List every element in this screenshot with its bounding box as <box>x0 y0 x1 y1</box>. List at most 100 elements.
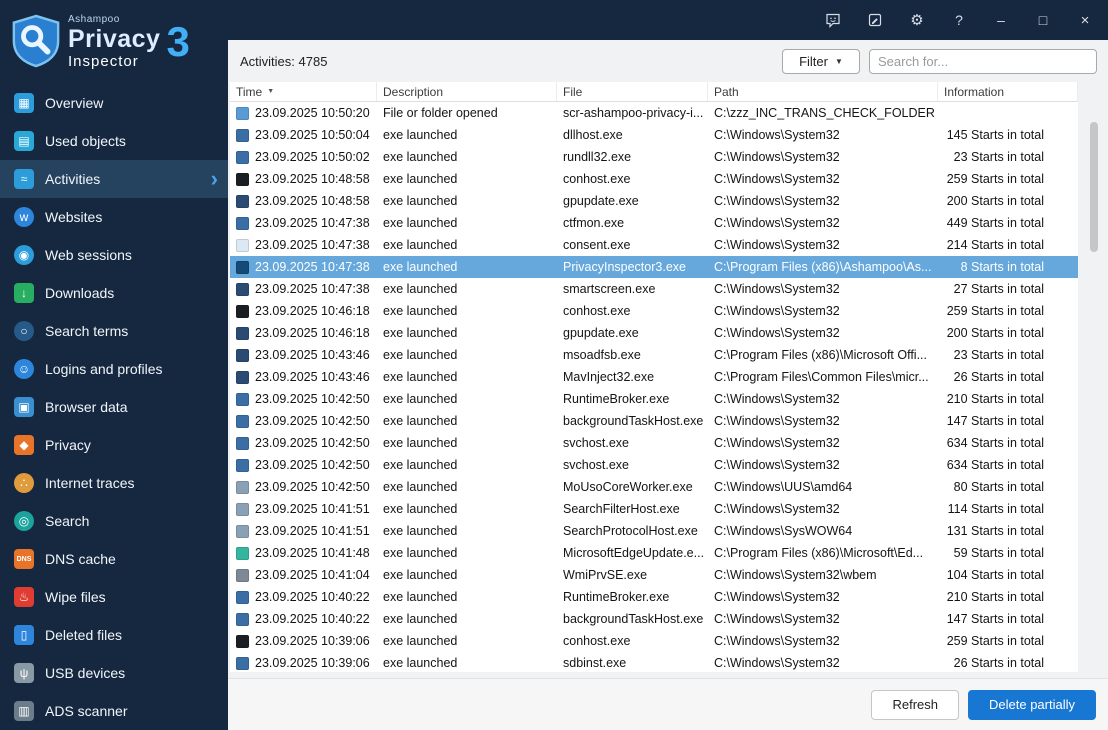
filter-button[interactable]: Filter ▼ <box>782 48 860 74</box>
cell-time: 23.09.2025 10:42:50 <box>255 436 370 450</box>
sidebar-item-label: USB devices <box>45 665 126 681</box>
cell-path: C:\Windows\System32 <box>714 238 840 252</box>
table-row[interactable]: 23.09.2025 10:43:46 exe launched MavInject… <box>230 366 1078 388</box>
feedback-icon[interactable] <box>824 11 842 29</box>
cell-time: 23.09.2025 10:40:22 <box>255 590 370 604</box>
cell-description: exe launched <box>383 238 458 252</box>
column-header-path[interactable]: Path <box>708 82 938 101</box>
vertical-scrollbar[interactable] <box>1088 96 1100 672</box>
cell-description: exe launched <box>383 436 458 450</box>
column-header-description[interactable]: Description <box>377 82 557 101</box>
cell-path: C:\Windows\System32 <box>714 590 840 604</box>
sidebar-item-wipe-files[interactable]: ♨ Wipe files <box>0 578 228 616</box>
table-row[interactable]: 23.09.2025 10:42:50 exe launched RuntimeBr… <box>230 388 1078 410</box>
cell-file: msoadfsb.exe <box>563 348 641 362</box>
app-file-icon <box>236 326 249 340</box>
table-row[interactable]: 23.09.2025 10:41:04 exe launched WmiPrvSE.… <box>230 564 1078 586</box>
table-row[interactable]: 23.09.2025 10:50:20 File or folder opened… <box>230 102 1078 124</box>
table-row[interactable]: 23.09.2025 10:42:50 exe launched svchost.e… <box>230 432 1078 454</box>
close-icon[interactable]: × <box>1076 11 1094 29</box>
help-icon[interactable]: ? <box>950 11 968 29</box>
table-row[interactable]: 23.09.2025 10:41:48 exe launched Microsoft… <box>230 542 1078 564</box>
table-row[interactable]: 23.09.2025 10:39:06 exe launched sdbinst.e… <box>230 652 1078 672</box>
cell-file: gpupdate.exe <box>563 326 639 340</box>
app-file-icon <box>236 172 249 186</box>
sidebar-item-dns-cache[interactable]: DNS DNS cache <box>0 540 228 578</box>
sidebar-item-label: Internet traces <box>45 475 135 491</box>
column-header-label: Path <box>714 84 739 99</box>
cell-path: C:\Windows\System32 <box>714 282 840 296</box>
sidebar-item-deleted-files[interactable]: ▯ Deleted files <box>0 616 228 654</box>
table-row[interactable]: 23.09.2025 10:42:50 exe launched svchost.e… <box>230 454 1078 476</box>
sidebar-item-web-sessions[interactable]: ◉ Web sessions <box>0 236 228 274</box>
sidebar-item-privacy[interactable]: ◆ Privacy <box>0 426 228 464</box>
sidebar-nav: ▦ Overview ▤ Used objects ≈ Activities › w Websi… <box>0 84 228 730</box>
table-row[interactable]: 23.09.2025 10:39:06 exe launched conhost.e… <box>230 630 1078 652</box>
cell-file: MoUsoCoreWorker.exe <box>563 480 693 494</box>
table-row[interactable]: 23.09.2025 10:42:50 exe launched MoUsoCore… <box>230 476 1078 498</box>
scrollbar-thumb[interactable] <box>1090 122 1098 252</box>
cell-description: exe launched <box>383 304 458 318</box>
table-row[interactable]: 23.09.2025 10:42:50 exe launched backgroun… <box>230 410 1078 432</box>
search-input[interactable] <box>869 48 1097 74</box>
table-row[interactable]: 23.09.2025 10:48:58 exe launched conhost.e… <box>230 168 1078 190</box>
table-row[interactable]: 23.09.2025 10:41:51 exe launched SearchFil… <box>230 498 1078 520</box>
filter-button-label: Filter <box>799 53 828 69</box>
column-header-file[interactable]: File <box>557 82 708 101</box>
logo-brand-text: Ashampoo <box>68 14 120 25</box>
sidebar-item-logins-and-profiles[interactable]: ☺ Logins and profiles <box>0 350 228 388</box>
cell-information: 104 Starts in total <box>946 568 1044 582</box>
table-row[interactable]: 23.09.2025 10:43:46 exe launched msoadfsb.… <box>230 344 1078 366</box>
maximize-icon[interactable]: □ <box>1034 11 1052 29</box>
cell-time: 23.09.2025 10:42:50 <box>255 480 370 494</box>
table-row[interactable]: 23.09.2025 10:41:51 exe launched SearchPro… <box>230 520 1078 542</box>
sidebar-item-used-objects[interactable]: ▤ Used objects <box>0 122 228 160</box>
cell-description: exe launched <box>383 502 458 516</box>
cell-path: C:\Windows\System32 <box>714 612 840 626</box>
sidebar-item-usb-devices[interactable]: ψ USB devices <box>0 654 228 692</box>
sidebar-item-downloads[interactable]: ↓ Downloads <box>0 274 228 312</box>
table-row[interactable]: 23.09.2025 10:47:38 exe launched ctfmon.ex… <box>230 212 1078 234</box>
column-header-time[interactable]: Time ▼ <box>230 82 377 101</box>
sidebar-item-activities[interactable]: ≈ Activities › <box>0 160 228 198</box>
table-row[interactable]: 23.09.2025 10:46:18 exe launched gpupdate.… <box>230 322 1078 344</box>
table-row[interactable]: 23.09.2025 10:48:58 exe launched gpupdate.… <box>230 190 1078 212</box>
sidebar-item-websites[interactable]: w Websites <box>0 198 228 236</box>
table-row[interactable]: 23.09.2025 10:40:22 exe launched RuntimeBr… <box>230 586 1078 608</box>
cell-description: exe launched <box>383 568 458 582</box>
cell-description: exe launched <box>383 150 458 164</box>
browser-data-icon: ▣ <box>14 397 34 417</box>
table-row[interactable]: 23.09.2025 10:47:38 exe launched consent.e… <box>230 234 1078 256</box>
table-row[interactable]: 23.09.2025 10:50:02 exe launched rundll32.… <box>230 146 1078 168</box>
cell-information: 259 Starts in total <box>946 172 1044 186</box>
sidebar-item-search[interactable]: ◎ Search <box>0 502 228 540</box>
cell-file: sdbinst.exe <box>563 656 627 670</box>
sidebar-item-overview[interactable]: ▦ Overview <box>0 84 228 122</box>
minimize-icon[interactable]: – <box>992 11 1010 29</box>
cell-path: C:\Program Files\Common Files\micr... <box>714 370 929 384</box>
sidebar-item-label: ADS scanner <box>45 703 128 719</box>
delete-partially-button[interactable]: Delete partially <box>968 689 1096 720</box>
cell-time: 23.09.2025 10:48:58 <box>255 172 370 186</box>
sidebar-item-ads-scanner[interactable]: ▥ ADS scanner <box>0 692 228 730</box>
refresh-button[interactable]: Refresh <box>871 689 959 720</box>
privacy-shield-icon: ◆ <box>14 435 34 455</box>
table-row[interactable]: 23.09.2025 10:47:38 exe launched PrivacyIn… <box>230 256 1078 278</box>
sidebar-item-internet-traces[interactable]: ∴ Internet traces <box>0 464 228 502</box>
app-file-icon <box>236 458 249 472</box>
cell-description: exe launched <box>383 480 458 494</box>
cell-file: rundll32.exe <box>563 150 632 164</box>
table-row[interactable]: 23.09.2025 10:40:22 exe launched backgroun… <box>230 608 1078 630</box>
table-row[interactable]: 23.09.2025 10:46:18 exe launched conhost.e… <box>230 300 1078 322</box>
settings-gear-icon[interactable]: ⚙ <box>908 11 926 29</box>
sidebar-item-browser-data[interactable]: ▣ Browser data <box>0 388 228 426</box>
cell-file: RuntimeBroker.exe <box>563 590 670 604</box>
table-header-row: Time ▼ Description File Path Information <box>230 82 1078 102</box>
footer-bar: Refresh Delete partially <box>228 678 1108 730</box>
app-file-icon <box>236 106 249 120</box>
table-row[interactable]: 23.09.2025 10:50:04 exe launched dllhost.e… <box>230 124 1078 146</box>
sidebar-item-search-terms[interactable]: ○ Search terms <box>0 312 228 350</box>
column-header-information[interactable]: Information <box>938 82 1078 101</box>
notes-icon[interactable] <box>866 11 884 29</box>
table-row[interactable]: 23.09.2025 10:47:38 exe launched smartscre… <box>230 278 1078 300</box>
